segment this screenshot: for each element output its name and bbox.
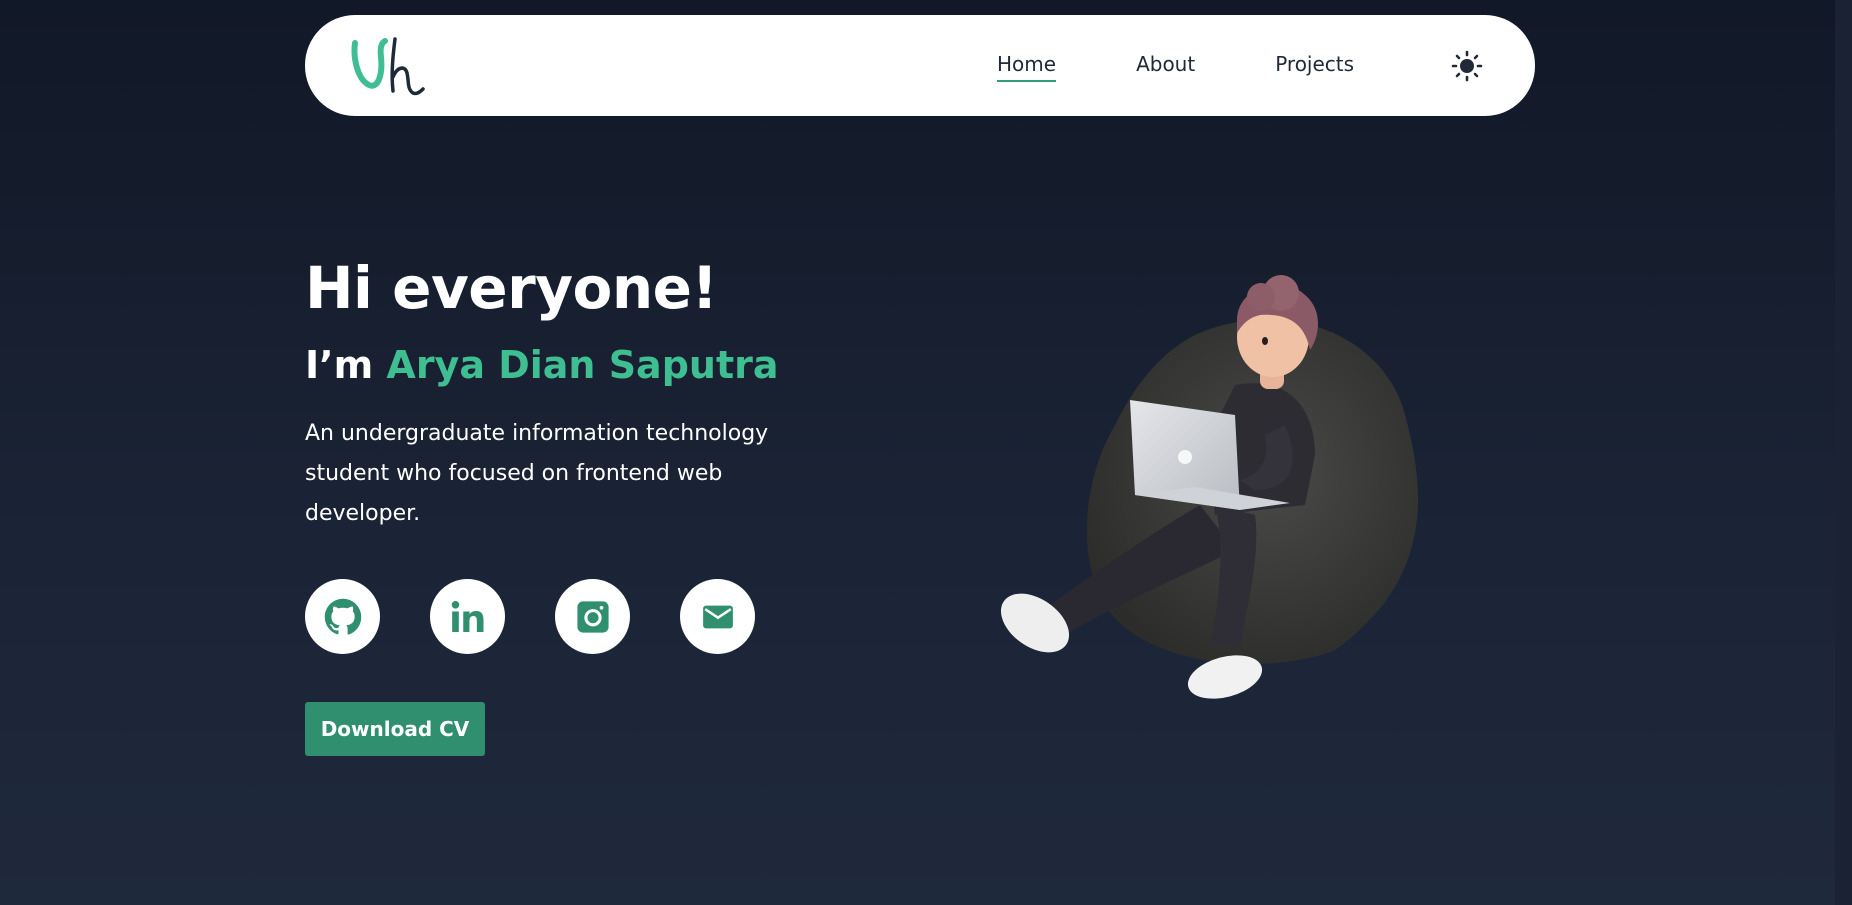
site-logo[interactable]	[351, 37, 427, 97]
nav-link-home[interactable]: Home	[997, 52, 1057, 82]
mail-icon	[702, 605, 733, 628]
social-links	[305, 579, 805, 654]
instagram-icon	[576, 600, 609, 633]
linkedin-link[interactable]	[430, 579, 505, 654]
github-icon	[324, 598, 361, 635]
github-link[interactable]	[305, 579, 380, 654]
instagram-link[interactable]	[555, 579, 630, 654]
nav-link-projects[interactable]: Projects	[1275, 52, 1354, 80]
email-link[interactable]	[680, 579, 755, 654]
theme-toggle-button[interactable]	[1450, 49, 1484, 83]
page-scrollbar[interactable]	[1835, 0, 1852, 905]
sun-icon	[1451, 50, 1483, 82]
hero-intro: I’m Arya Dian Saputra	[305, 340, 779, 390]
developer-on-beanbag-illustration	[955, 275, 1515, 715]
hero-description: An undergraduate information technology …	[305, 421, 769, 526]
hero-name: Arya Dian Saputra	[386, 343, 779, 387]
linkedin-icon	[451, 600, 484, 632]
intro-prefix: I’m	[305, 343, 387, 387]
nav-links: Home About Projects	[997, 15, 1434, 116]
download-cv-button[interactable]: Download CV	[305, 702, 485, 756]
navbar: Home About Projects	[305, 15, 1535, 116]
nav-link-about[interactable]: About	[1136, 52, 1195, 80]
hero-greeting: Hi everyone!	[305, 254, 718, 322]
